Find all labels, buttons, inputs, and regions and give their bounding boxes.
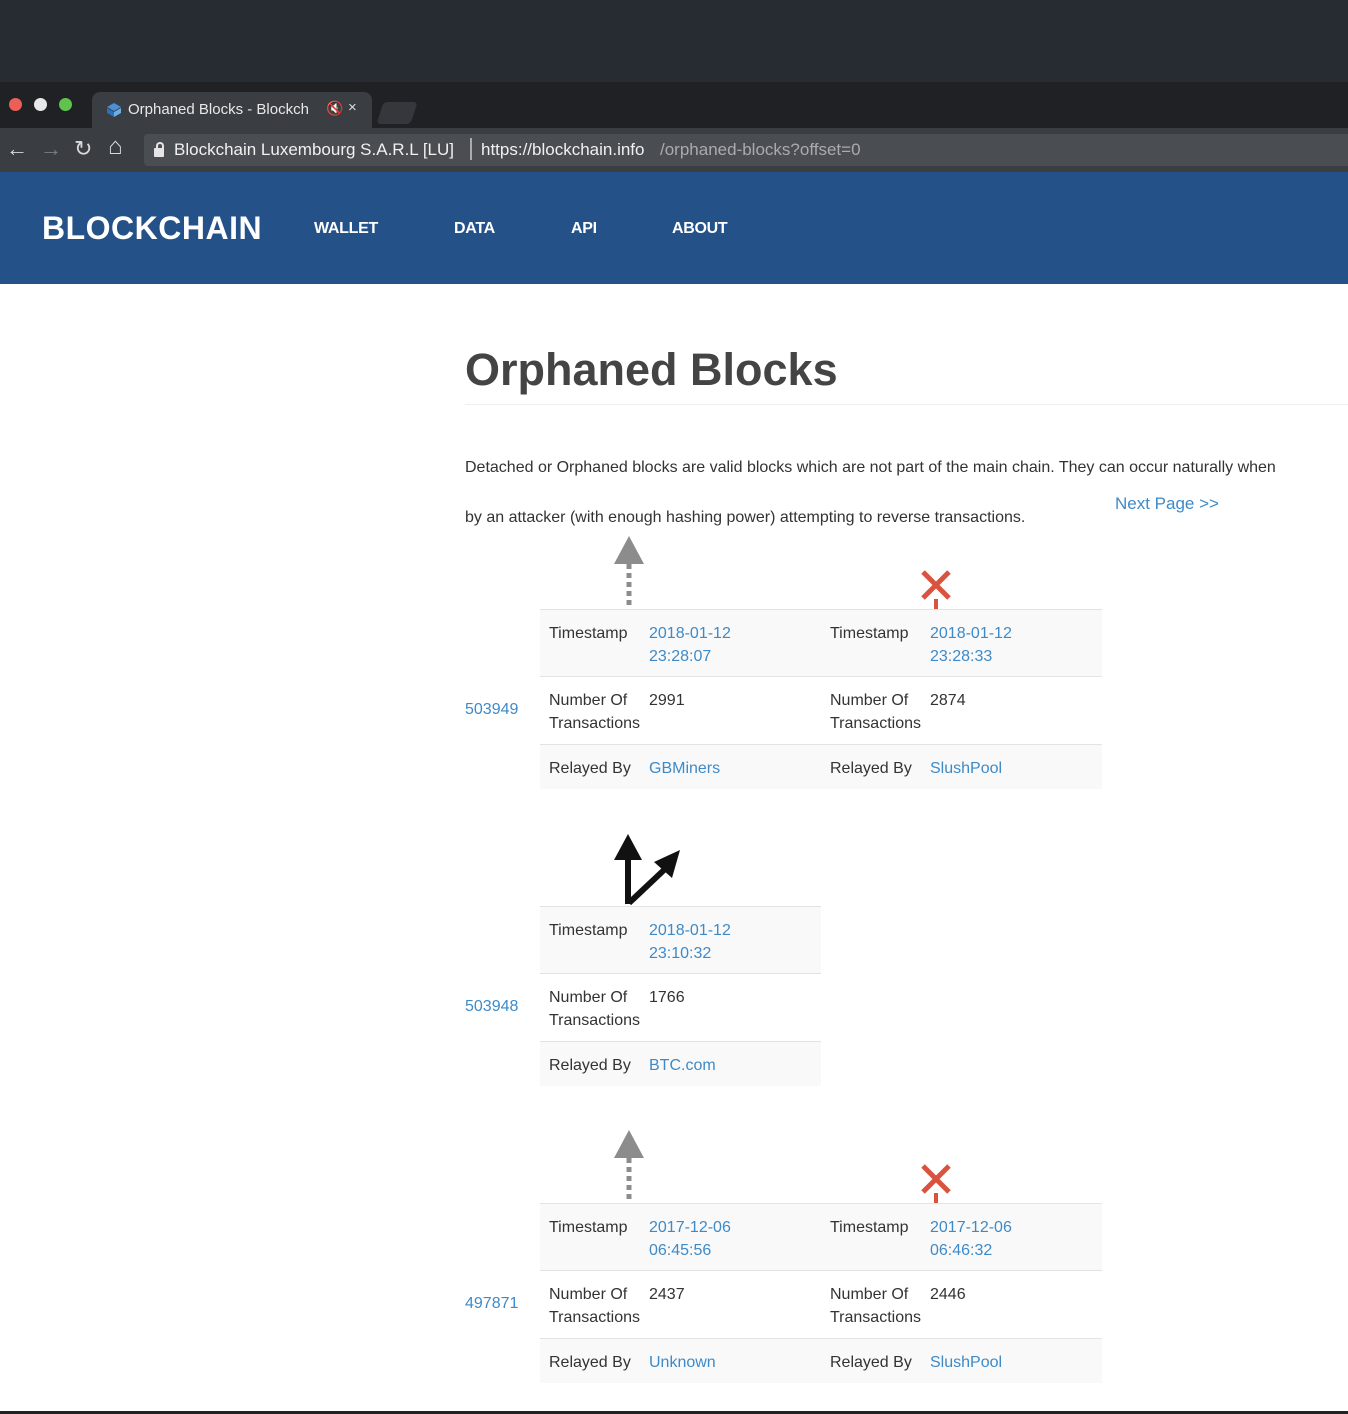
table-row: Timestamp 2017-12-06 06:45:56 Timestamp 2…	[540, 1203, 1102, 1271]
certificate-origin[interactable]: Blockchain Luxembourg S.A.R.L [LU]	[174, 140, 454, 160]
table-row: Timestamp 2018-01-12 23:28:07 Timestamp 2…	[540, 609, 1102, 677]
tab-mute-icon[interactable]: 🔇	[326, 100, 343, 117]
next-page-link[interactable]: Next Page >>	[1115, 494, 1219, 514]
table-row: Relayed By Unknown Relayed By SlushPool	[540, 1338, 1102, 1383]
relayed-by-label: Relayed By	[821, 744, 930, 789]
page-title: Orphaned Blocks	[465, 344, 838, 395]
minimize-window-button[interactable]	[34, 98, 47, 111]
timestamp-link[interactable]: 2018-01-12 23:28:33	[930, 625, 1012, 665]
num-transactions-value: 1766	[649, 973, 821, 1042]
tab-title: Orphaned Blocks - Blockch	[128, 101, 309, 118]
table-row: Number Of Transactions 2991 Number Of Tran…	[540, 676, 1102, 745]
nav-wallet[interactable]: WALLET	[314, 220, 378, 238]
num-transactions-label: Number Of Transactions	[540, 676, 649, 745]
back-icon[interactable]: ←	[6, 136, 28, 162]
block-height-497871[interactable]: 497871	[465, 1295, 518, 1313]
block-height-503948[interactable]: 503948	[465, 998, 518, 1016]
page-description: Detached or Orphaned blocks are valid bl…	[465, 430, 1348, 555]
tab-close-icon[interactable]: ×	[348, 99, 357, 116]
red-x-icon	[921, 570, 951, 610]
nav-data[interactable]: DATA	[454, 220, 495, 238]
close-window-button[interactable]	[9, 98, 22, 111]
url-path[interactable]: /orphaned-blocks?offset=0	[660, 140, 861, 160]
relayed-by-link[interactable]: SlushPool	[930, 1354, 1002, 1371]
forward-icon[interactable]: →	[40, 136, 62, 162]
block-table-503949: Timestamp 2018-01-12 23:28:07 Timestamp 2…	[540, 609, 1102, 789]
timestamp-link[interactable]: 2017-12-06 06:46:32	[930, 1219, 1012, 1259]
table-row: Timestamp 2018-01-12 23:10:32	[540, 906, 821, 974]
dashed-arrow-up-icon	[614, 536, 644, 608]
nav-about[interactable]: ABOUT	[672, 220, 728, 238]
zoom-window-button[interactable]	[59, 98, 72, 111]
table-row: Number Of Transactions 1766	[540, 973, 821, 1042]
num-transactions-label: Number Of Transactions	[540, 973, 649, 1042]
new-tab-button[interactable]	[376, 102, 418, 124]
relayed-by-label: Relayed By	[540, 744, 649, 789]
num-transactions-value: 2446	[930, 1270, 1102, 1339]
address-separator	[470, 138, 472, 160]
red-x-icon	[921, 1164, 951, 1204]
table-row: Relayed By GBMiners Relayed By SlushPool	[540, 744, 1102, 789]
lock-icon[interactable]	[154, 142, 164, 158]
title-divider	[465, 404, 1348, 405]
num-transactions-label: Number Of Transactions	[540, 1270, 649, 1339]
browser-tab[interactable]: Orphaned Blocks - Blockch 🔇 ×	[92, 92, 372, 128]
num-transactions-label: Number Of Transactions	[821, 1270, 930, 1339]
relayed-by-link[interactable]: GBMiners	[649, 760, 720, 777]
relayed-by-link[interactable]: Unknown	[649, 1354, 716, 1371]
reload-icon[interactable]: ↻	[74, 136, 92, 162]
timestamp-label: Timestamp	[821, 609, 930, 677]
home-icon[interactable]: ⌂	[108, 133, 123, 161]
url-host[interactable]: https://blockchain.info	[481, 140, 644, 160]
block-table-503948: Timestamp 2018-01-12 23:10:32 Number Of Tr…	[540, 906, 821, 1086]
timestamp-label: Timestamp	[540, 1203, 649, 1271]
timestamp-label: Timestamp	[540, 906, 649, 974]
relayed-by-label: Relayed By	[540, 1338, 649, 1383]
blockchain-favicon-icon	[107, 103, 121, 117]
timestamp-link[interactable]: 2018-01-12 23:10:32	[649, 922, 731, 962]
brand-logo[interactable]: BLOCKCHAIN	[42, 210, 262, 247]
relayed-by-link[interactable]: SlushPool	[930, 760, 1002, 777]
relayed-by-label: Relayed By	[540, 1041, 649, 1086]
num-transactions-value: 2991	[649, 676, 821, 745]
num-transactions-value: 2874	[930, 676, 1102, 745]
timestamp-label: Timestamp	[821, 1203, 930, 1271]
window-titlebar	[0, 0, 1348, 82]
dashed-arrow-up-icon	[614, 1130, 644, 1202]
nav-api[interactable]: API	[571, 220, 597, 238]
branching-arrows-icon	[614, 834, 680, 906]
description-line-1: Detached or Orphaned blocks are valid bl…	[465, 459, 1276, 476]
num-transactions-label: Number Of Transactions	[821, 676, 930, 745]
table-row: Number Of Transactions 2437 Number Of Tran…	[540, 1270, 1102, 1339]
relayed-by-label: Relayed By	[821, 1338, 930, 1383]
table-row: Relayed By BTC.com	[540, 1041, 821, 1086]
block-height-503949[interactable]: 503949	[465, 701, 518, 719]
timestamp-link[interactable]: 2017-12-06 06:45:56	[649, 1219, 731, 1259]
block-table-497871: Timestamp 2017-12-06 06:45:56 Timestamp 2…	[540, 1203, 1102, 1383]
num-transactions-value: 2437	[649, 1270, 821, 1339]
relayed-by-link[interactable]: BTC.com	[649, 1057, 716, 1074]
timestamp-link[interactable]: 2018-01-12 23:28:07	[649, 625, 731, 665]
timestamp-label: Timestamp	[540, 609, 649, 677]
